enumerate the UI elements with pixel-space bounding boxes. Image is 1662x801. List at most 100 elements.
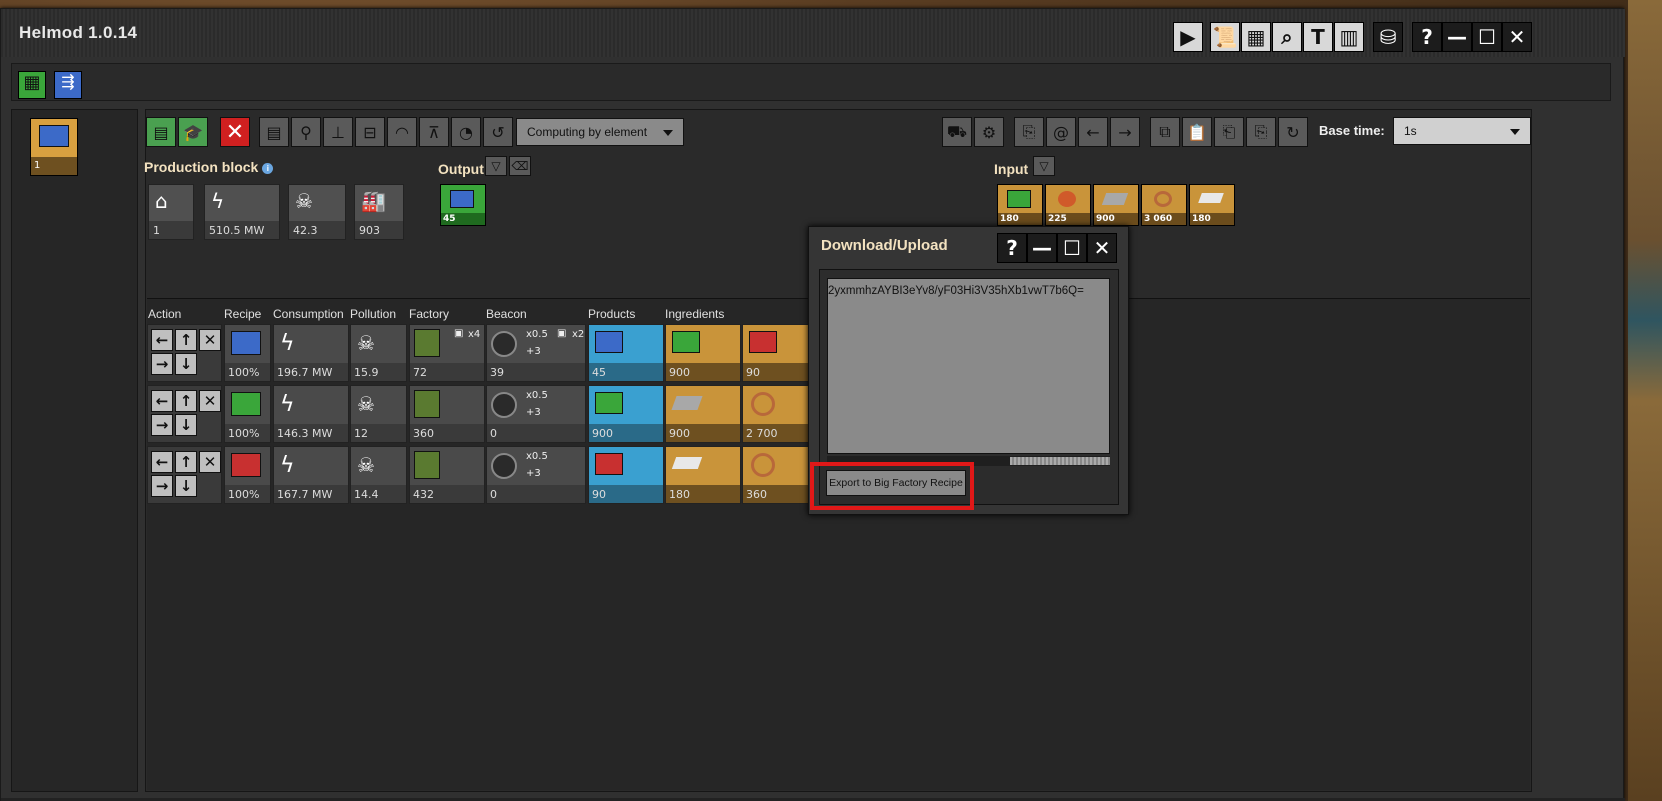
- move-right-button[interactable]: →: [151, 414, 173, 436]
- play-button[interactable]: ▶: [1173, 22, 1203, 52]
- ingredient-cell[interactable]: 180: [665, 446, 741, 504]
- search-button[interactable]: ⌕: [1272, 22, 1302, 52]
- factory-cell[interactable]: 360: [409, 385, 485, 443]
- input-item-electronic-circuit[interactable]: 180: [997, 184, 1043, 226]
- beacon-cell[interactable]: x0.5 +3 ▣ x2 39: [486, 324, 586, 382]
- delete-block-button[interactable]: ✕: [220, 117, 250, 147]
- ingredient-cell[interactable]: 900: [665, 324, 741, 382]
- dialog-maximize-button[interactable]: ☐: [1057, 233, 1087, 263]
- import-button[interactable]: ⎗: [1214, 117, 1244, 147]
- minimize-button[interactable]: —: [1442, 22, 1472, 52]
- input-item-plastic[interactable]: 225: [1045, 184, 1091, 226]
- pin-button[interactable]: ⊥: [323, 117, 353, 147]
- recipe-cell[interactable]: 100%: [224, 446, 271, 504]
- move-right-button[interactable]: →: [151, 475, 173, 497]
- scrollbar-thumb[interactable]: [1010, 457, 1110, 465]
- move-down-button[interactable]: ↓: [175, 353, 197, 375]
- move-down-button[interactable]: ↓: [175, 475, 197, 497]
- calculator-button[interactable]: ▦: [1241, 22, 1271, 52]
- reload-button[interactable]: ↻: [1278, 117, 1308, 147]
- production-line-button[interactable]: ⇶: [54, 71, 82, 99]
- copper-cable-icon: [1154, 191, 1172, 207]
- download-upload-button[interactable]: ⎘: [1014, 117, 1044, 147]
- technology-button[interactable]: 🎓: [178, 117, 208, 147]
- move-up-button[interactable]: ↑: [175, 451, 197, 473]
- pollution-value: 15.9: [351, 363, 406, 381]
- palette-button[interactable]: ◔: [451, 117, 481, 147]
- product-cell[interactable]: 90: [588, 446, 664, 504]
- close-window-button[interactable]: ✕: [1502, 22, 1532, 52]
- move-up-button[interactable]: ↑: [175, 390, 197, 412]
- move-left-button[interactable]: ←: [151, 390, 173, 412]
- product-cell[interactable]: 900: [588, 385, 664, 443]
- dialog-minimize-button[interactable]: —: [1027, 233, 1057, 263]
- beacon-cell[interactable]: x0.5 +3 0: [486, 385, 586, 443]
- admin-button[interactable]: ⛁: [1373, 22, 1403, 52]
- recipe-button[interactable]: ▤: [146, 117, 176, 147]
- output-title: Output: [438, 161, 484, 177]
- link-string-button[interactable]: @: [1046, 117, 1076, 147]
- remove-button[interactable]: ✕: [199, 329, 221, 351]
- computing-mode-dropdown[interactable]: Computing by element: [516, 118, 684, 146]
- close-icon: ✕: [1508, 25, 1526, 49]
- base-time-dropdown[interactable]: 1s: [1393, 117, 1531, 145]
- minimize-icon: —: [1447, 25, 1467, 49]
- help-button[interactable]: ?: [1412, 22, 1442, 52]
- arrow-right-icon: →: [155, 355, 169, 373]
- settings-button[interactable]: ⚙: [974, 117, 1004, 147]
- move-left-button[interactable]: ←: [151, 329, 173, 351]
- input-filter-button[interactable]: ▽: [1033, 156, 1055, 176]
- ingredient-cell[interactable]: 90: [742, 324, 812, 382]
- gauge-button[interactable]: ◠: [387, 117, 417, 147]
- logistics-button[interactable]: ⛟: [942, 117, 972, 147]
- factory-cell[interactable]: 432: [409, 446, 485, 504]
- product-cell[interactable]: 45: [588, 324, 664, 382]
- recipe-explorer-button[interactable]: 📜: [1210, 22, 1240, 52]
- maximize-button[interactable]: ☐: [1472, 22, 1502, 52]
- recipe-cell[interactable]: 100%: [224, 324, 271, 382]
- remove-button[interactable]: ✕: [199, 451, 221, 473]
- hierarchy-button[interactable]: ⊼: [419, 117, 449, 147]
- recipe-cell[interactable]: 100%: [224, 385, 271, 443]
- output-filter-button[interactable]: ▽: [485, 156, 507, 176]
- factory-cell[interactable]: ▣ x4 72: [409, 324, 485, 382]
- graduation-icon: 🎓: [183, 122, 203, 142]
- previous-button[interactable]: ←: [1078, 117, 1108, 147]
- info-icon[interactable]: i: [262, 162, 274, 174]
- arrow-down-icon: ↓: [179, 416, 193, 434]
- move-down-button[interactable]: ↓: [175, 414, 197, 436]
- output-item[interactable]: 45: [440, 184, 486, 226]
- arrow-down-icon: ↓: [179, 477, 193, 495]
- link-button[interactable]: ⚲: [291, 117, 321, 147]
- output-clear-button[interactable]: ⌫: [509, 156, 531, 176]
- statistics-button[interactable]: ▥: [1334, 22, 1364, 52]
- move-right-button[interactable]: →: [151, 353, 173, 375]
- move-up-button[interactable]: ↑: [175, 329, 197, 351]
- ingredient-cell[interactable]: 360: [742, 446, 812, 504]
- model-tile[interactable]: 1: [30, 118, 78, 176]
- refresh-button[interactable]: ↺: [483, 117, 513, 147]
- move-left-button[interactable]: ←: [151, 451, 173, 473]
- export-file-button[interactable]: ⎘: [1246, 117, 1276, 147]
- dialog-help-button[interactable]: ?: [997, 233, 1027, 263]
- next-button[interactable]: →: [1110, 117, 1140, 147]
- remove-button[interactable]: ✕: [199, 390, 221, 412]
- new-model-button[interactable]: ▦: [18, 71, 46, 99]
- beacon-cell[interactable]: x0.5 +3 0: [486, 446, 586, 504]
- dialog-close-button[interactable]: ✕: [1087, 233, 1117, 263]
- input-item-steel[interactable]: 180: [1189, 184, 1235, 226]
- layout-button[interactable]: ⊟: [355, 117, 385, 147]
- chevron-down-icon: [663, 130, 673, 136]
- input-item-copper-cable[interactable]: 3 060: [1141, 184, 1187, 226]
- paste-button[interactable]: 📋: [1182, 117, 1212, 147]
- title-bar[interactable]: Helmod 1.0.14 ▶ 📜 ▦ ⌕ T ▥ ⛁ ? — ☐ ✕: [1, 9, 1625, 57]
- description-button[interactable]: ▤: [259, 117, 289, 147]
- copy-button[interactable]: ⧉: [1150, 117, 1180, 147]
- export-string-field[interactable]: 2yxmmhzAYBI3eYv8/yF03Hi3V35hXb1vwT7b6Q=: [827, 278, 1110, 454]
- text-button[interactable]: T: [1303, 22, 1333, 52]
- arrow-left-icon: ←: [155, 453, 169, 471]
- input-item-iron-plate[interactable]: 900: [1093, 184, 1139, 226]
- ingredient-cell[interactable]: 2 700: [742, 385, 812, 443]
- ingredient-value: 900: [666, 363, 740, 381]
- ingredient-cell[interactable]: 900: [665, 385, 741, 443]
